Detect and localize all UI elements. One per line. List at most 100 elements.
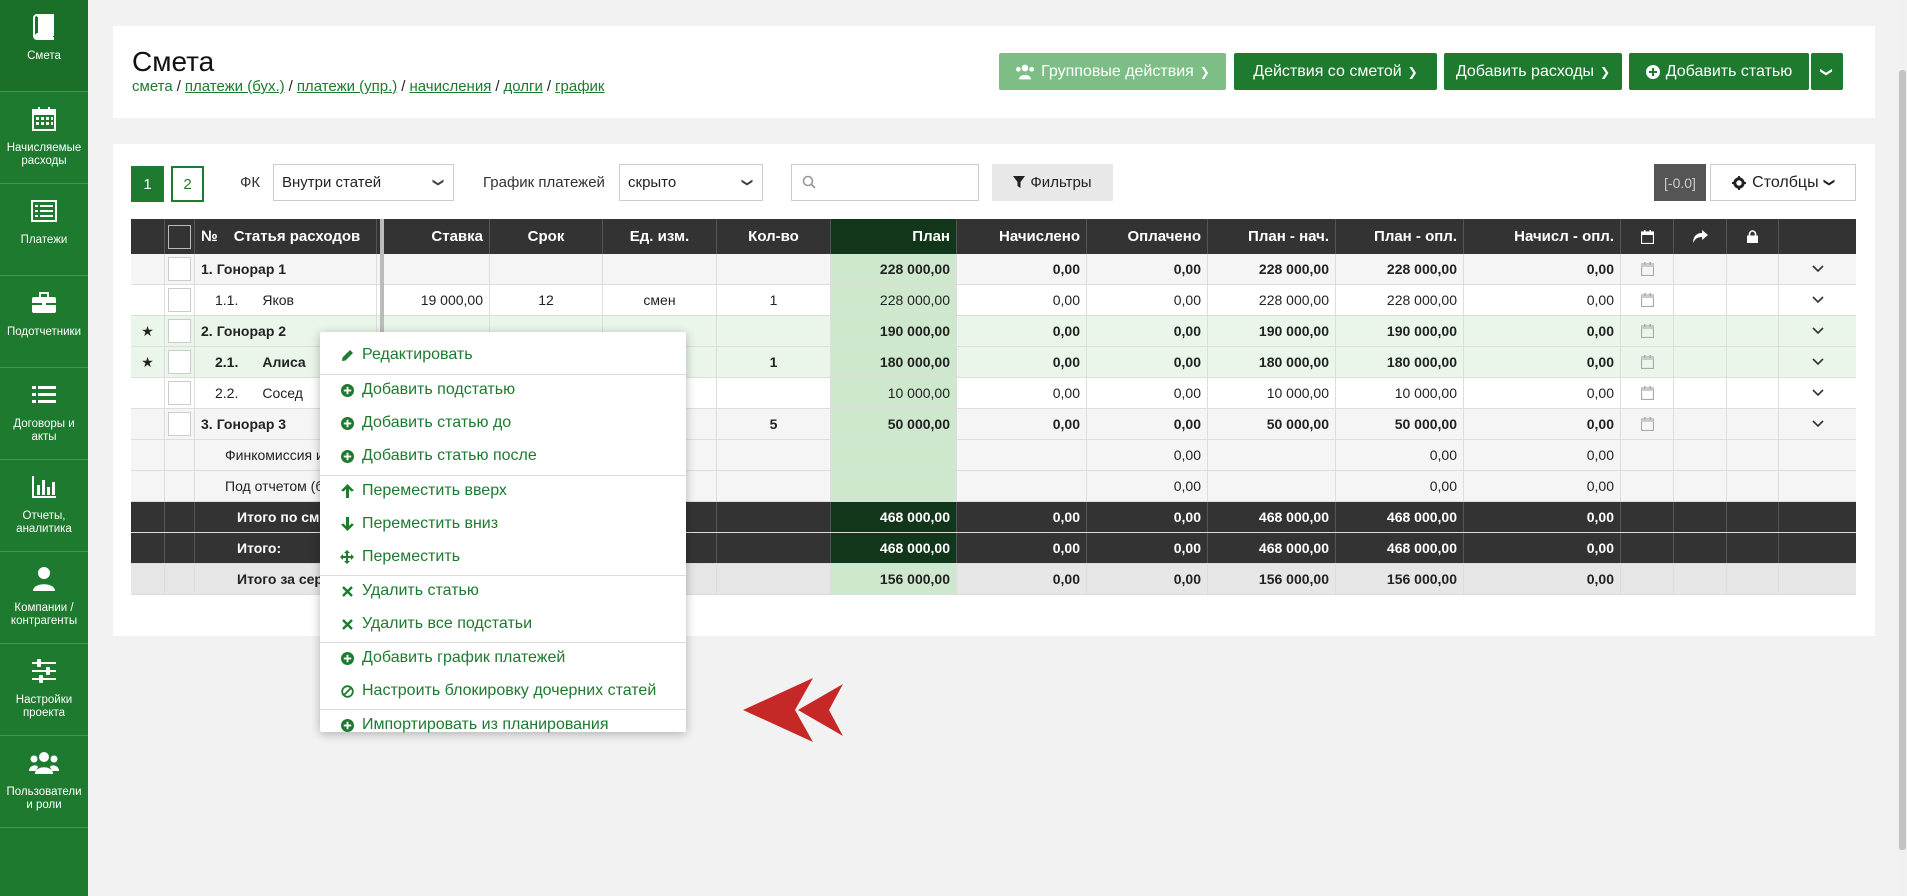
row-checkbox-cell[interactable]: [165, 347, 195, 377]
chevron-down-icon[interactable]: [1811, 296, 1824, 304]
row-share-cell[interactable]: [1674, 285, 1727, 315]
header-plan[interactable]: План: [831, 219, 957, 254]
row-rate[interactable]: [377, 254, 490, 284]
row-lock-cell[interactable]: [1727, 285, 1779, 315]
row-qty[interactable]: [717, 254, 831, 284]
row-name-cell[interactable]: 1.1. Яков: [195, 285, 377, 315]
header-qty[interactable]: Кол-во: [717, 219, 831, 254]
row-lock-cell[interactable]: [1727, 409, 1779, 439]
row-plan[interactable]: 180 000,00: [831, 347, 957, 377]
row-checkbox[interactable]: [168, 412, 191, 436]
add-item-dropdown-button[interactable]: ❯: [1811, 53, 1843, 90]
header-name[interactable]: № Статья расходов: [195, 219, 377, 254]
menu-add-before[interactable]: Добавить статью до: [320, 408, 686, 438]
row-qty[interactable]: 1: [717, 285, 831, 315]
row-qty[interactable]: 5: [717, 409, 831, 439]
star-icon[interactable]: ★: [131, 347, 165, 377]
header-lock[interactable]: [1727, 219, 1779, 254]
sidebar-item-accountables[interactable]: Подотчетники: [0, 276, 88, 368]
version-badge[interactable]: [-0.0]: [1654, 164, 1706, 201]
calendar-icon[interactable]: [1640, 324, 1654, 338]
menu-move-up[interactable]: Переместить вверх: [320, 476, 686, 506]
add-expenses-button[interactable]: Добавить расходы ❯: [1444, 53, 1622, 90]
menu-move[interactable]: Переместить: [320, 542, 686, 572]
header-unit[interactable]: Ед. изм.: [603, 219, 717, 254]
row-term[interactable]: 12: [490, 285, 603, 315]
sidebar-item-accrued[interactable]: Начисляемые расходы: [0, 92, 88, 184]
row-lock-cell[interactable]: [1727, 254, 1779, 284]
row-plan[interactable]: 190 000,00: [831, 316, 957, 346]
select-all-checkbox[interactable]: [168, 224, 191, 249]
group-actions-button[interactable]: Групповые действия ❯: [999, 53, 1226, 90]
sidebar-item-companies[interactable]: Компании / контрагенты: [0, 552, 88, 644]
row-calendar-cell[interactable]: [1621, 378, 1674, 408]
row-calendar-cell[interactable]: [1621, 285, 1674, 315]
page-scrollbar[interactable]: [1897, 0, 1907, 896]
row-qty[interactable]: 1: [717, 347, 831, 377]
row-checkbox-cell[interactable]: [165, 285, 195, 315]
row-plan[interactable]: 10 000,00: [831, 378, 957, 408]
row-share-cell[interactable]: [1674, 316, 1727, 346]
header-accrued[interactable]: Начислено: [957, 219, 1087, 254]
page-1-button[interactable]: 1: [131, 166, 164, 202]
menu-delete-subitems[interactable]: Удалить все подстатьи: [320, 609, 686, 639]
row-name-cell[interactable]: 1. Гонорар 1: [195, 254, 377, 284]
calendar-icon[interactable]: [1640, 293, 1654, 307]
row-expand-cell[interactable]: [1779, 316, 1856, 346]
sidebar-item-reports[interactable]: Отчеты, аналитика: [0, 460, 88, 552]
table-row[interactable]: 1.1. Яков 19 000,00 12 смен 1 228 000,00 0,00 0,…: [131, 285, 1856, 316]
estimate-actions-button[interactable]: Действия со сметой ❯: [1234, 53, 1437, 90]
chevron-down-icon[interactable]: [1811, 265, 1824, 273]
menu-import-planning[interactable]: Импортировать из планирования: [320, 710, 686, 740]
add-item-button[interactable]: Добавить статью: [1629, 53, 1809, 90]
row-checkbox-cell[interactable]: [165, 316, 195, 346]
breadcrumb-accruals[interactable]: начисления: [409, 78, 491, 95]
scrollbar-thumb[interactable]: [1899, 70, 1906, 850]
menu-add-schedule[interactable]: Добавить график платежей: [320, 643, 686, 673]
calendar-icon[interactable]: [1640, 386, 1654, 400]
header-select-all[interactable]: [165, 219, 195, 254]
sidebar-item-estimate[interactable]: Смета: [0, 0, 88, 92]
star-icon[interactable]: ★: [131, 316, 165, 346]
row-checkbox-cell[interactable]: [165, 378, 195, 408]
chevron-down-icon[interactable]: [1811, 358, 1824, 366]
row-lock-cell[interactable]: [1727, 378, 1779, 408]
breadcrumb-debts[interactable]: долги: [504, 78, 543, 95]
row-share-cell[interactable]: [1674, 409, 1727, 439]
row-unit[interactable]: смен: [603, 285, 717, 315]
chevron-down-icon[interactable]: [1811, 327, 1824, 335]
row-expand-cell[interactable]: [1779, 254, 1856, 284]
fk-select[interactable]: Внутри статей ❯: [273, 164, 454, 201]
row-qty[interactable]: [717, 378, 831, 408]
menu-move-down[interactable]: Переместить вниз: [320, 509, 686, 539]
row-calendar-cell[interactable]: [1621, 347, 1674, 377]
calendar-icon[interactable]: [1640, 355, 1654, 369]
schedule-select[interactable]: скрыто ❯: [619, 164, 763, 201]
star-icon[interactable]: [131, 254, 165, 284]
calendar-icon[interactable]: [1640, 262, 1654, 276]
header-paid[interactable]: Оплачено: [1087, 219, 1208, 254]
row-expand-cell[interactable]: [1779, 285, 1856, 315]
row-checkbox[interactable]: [168, 288, 191, 312]
row-plan[interactable]: 228 000,00: [831, 285, 957, 315]
row-expand-cell[interactable]: [1779, 347, 1856, 377]
row-checkbox[interactable]: [168, 319, 191, 343]
row-expand-cell[interactable]: [1779, 378, 1856, 408]
row-unit[interactable]: [603, 254, 717, 284]
row-rate[interactable]: 19 000,00: [377, 285, 490, 315]
row-share-cell[interactable]: [1674, 347, 1727, 377]
columns-button[interactable]: Столбцы ❯: [1710, 164, 1856, 201]
menu-add-after[interactable]: Добавить статью после: [320, 441, 686, 471]
header-plan-accrued[interactable]: План - нач.: [1208, 219, 1336, 254]
star-icon[interactable]: [131, 409, 165, 439]
search-box[interactable]: [791, 164, 979, 201]
row-share-cell[interactable]: [1674, 254, 1727, 284]
calendar-icon[interactable]: [1640, 417, 1654, 431]
row-calendar-cell[interactable]: [1621, 254, 1674, 284]
row-qty[interactable]: [717, 316, 831, 346]
header-plan-paid[interactable]: План - опл.: [1336, 219, 1464, 254]
row-checkbox[interactable]: [168, 350, 191, 374]
star-icon[interactable]: [131, 378, 165, 408]
star-icon[interactable]: [131, 285, 165, 315]
sidebar-item-settings[interactable]: Настройки проекта: [0, 644, 88, 736]
